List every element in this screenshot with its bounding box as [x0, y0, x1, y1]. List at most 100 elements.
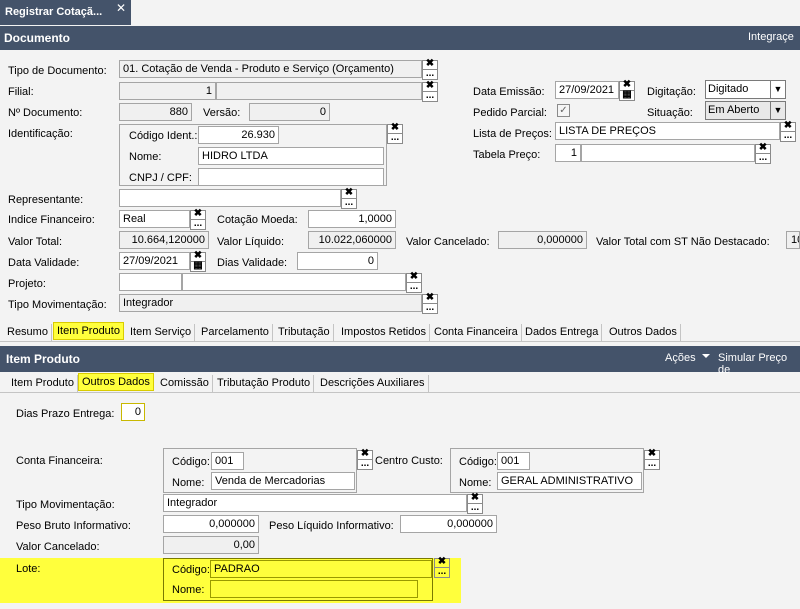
cotacao-moeda-field[interactable]: 1,0000 [308, 210, 396, 228]
pedido-parcial-checkbox[interactable]: ✓ [557, 104, 570, 117]
dots-icon[interactable]: ... [423, 303, 437, 313]
chevron-down-icon[interactable]: ▼ [770, 102, 785, 119]
calendar-icon[interactable]: ▦ [620, 90, 634, 100]
filial-lookup[interactable]: ✖... [422, 81, 438, 102]
indice-financeiro-lookup[interactable]: ✖... [190, 209, 206, 230]
versao-label: Versão: [203, 107, 241, 119]
valor-cancelado-item-field[interactable]: 0,00 [163, 536, 259, 554]
situacao-select[interactable]: Em Aberto ▼ [705, 101, 786, 120]
tabela-preco-code-field[interactable]: 1 [555, 144, 581, 162]
tipo-mov-item-lookup[interactable]: ✖... [467, 493, 483, 514]
tab-tributacao[interactable]: Tributação [275, 324, 334, 342]
data-validade-calendar[interactable]: ✖ ▦ [190, 251, 206, 272]
dots-icon[interactable]: ... [388, 133, 402, 143]
chevron-down-icon[interactable] [702, 354, 710, 358]
num-documento-field[interactable]: 880 [119, 103, 192, 121]
dots-icon[interactable]: ... [756, 153, 770, 163]
conta-financeira-lookup[interactable]: ✖... [357, 449, 373, 470]
data-emissao-field[interactable]: 27/09/2021 [555, 81, 619, 99]
centro-custo-lookup[interactable]: ✖... [644, 449, 660, 470]
lote-codigo-field[interactable]: PADRAO [210, 560, 432, 578]
dots-icon[interactable]: ... [423, 91, 437, 101]
subtab-descricoes-auxiliares[interactable]: Descrições Auxiliares [317, 375, 429, 393]
lote-nome-field[interactable] [210, 580, 418, 598]
lote-lookup[interactable]: ✖... [434, 557, 450, 578]
filial-code-field[interactable]: 1 [119, 82, 216, 100]
nome-field[interactable]: HIDRO LTDA [198, 147, 384, 165]
valor-st-label: Valor Total com ST Não Destacado: [596, 236, 770, 248]
codigo-ident-field[interactable]: 26.930 [198, 126, 279, 144]
tipo-movimentacao-field[interactable]: Integrador [119, 294, 422, 312]
identificacao-label: Identificação: [8, 128, 73, 140]
chevron-down-icon[interactable]: ▼ [770, 81, 785, 98]
cnpj-field[interactable] [198, 168, 384, 186]
centro-codigo-field[interactable]: 001 [497, 452, 530, 470]
valor-liquido-field[interactable]: 10.022,060000 [308, 231, 396, 249]
peso-liquido-field[interactable]: 0,000000 [400, 515, 497, 533]
projeto-code-field[interactable] [119, 273, 182, 291]
conta-nome-field[interactable]: Venda de Mercadorias [211, 472, 355, 490]
dias-prazo-field[interactable]: 0 [121, 403, 145, 421]
tab-dados-entrega[interactable]: Dados Entrega [522, 324, 603, 342]
projeto-name-field[interactable] [182, 273, 406, 291]
data-validade-field[interactable]: 27/09/2021 [119, 252, 190, 270]
peso-bruto-field[interactable]: 0,000000 [163, 515, 259, 533]
valor-total-field[interactable]: 10.664,120000 [119, 231, 209, 249]
subtab-item-produto[interactable]: Item Produto [8, 375, 78, 393]
lote-label: Lote: [16, 563, 41, 575]
dots-icon[interactable]: ... [645, 459, 659, 469]
conta-codigo-field[interactable]: 001 [211, 452, 244, 470]
dots-icon[interactable]: ... [407, 282, 421, 292]
dias-validade-label: Dias Validade: [217, 257, 288, 269]
dots-icon[interactable]: ... [342, 198, 356, 208]
close-icon[interactable]: ✕ [116, 1, 126, 15]
dots-icon[interactable]: ... [435, 567, 449, 577]
filial-name-field[interactable] [216, 82, 422, 100]
valor-st-field[interactable]: 10 [786, 231, 800, 249]
tab-impostos-retidos[interactable]: Impostos Retidos [338, 324, 430, 342]
projeto-lookup[interactable]: ✖... [406, 272, 422, 293]
tab-item-produto[interactable]: Item Produto [53, 322, 124, 340]
tipo-documento-lookup[interactable]: ✖... [422, 59, 438, 80]
conta-nome-label: Nome: [172, 477, 205, 489]
digitacao-select[interactable]: Digitado ▼ [705, 80, 786, 99]
tipo-documento-label: Tipo de Documento: [8, 65, 107, 77]
tab-conta-financeira[interactable]: Conta Financeira [431, 324, 522, 342]
dots-icon[interactable]: ... [191, 219, 205, 229]
lista-precos-field[interactable]: LISTA DE PREÇOS [555, 122, 780, 140]
tipo-documento-field[interactable]: 01. Cotação de Venda - Produto e Serviço… [119, 60, 422, 78]
lista-precos-lookup[interactable]: ✖... [780, 121, 796, 142]
dias-validade-field[interactable]: 0 [297, 252, 378, 270]
dots-icon[interactable]: ... [358, 459, 372, 469]
window-tab[interactable]: Registrar Cotaçã... ✕ [0, 0, 131, 25]
indice-financeiro-field[interactable]: Real [119, 210, 190, 228]
data-emissao-calendar[interactable]: ✖ ▦ [619, 80, 635, 101]
simular-preco-link[interactable]: Simular Preço de [718, 352, 800, 376]
tipo-mov-item-field[interactable]: Integrador [163, 494, 467, 512]
tabela-preco-name-field[interactable] [581, 144, 755, 162]
tab-parcelamento[interactable]: Parcelamento [198, 324, 273, 342]
centro-nome-field[interactable]: GERAL ADMINISTRATIVO [497, 472, 642, 490]
dots-icon[interactable]: ... [468, 503, 482, 513]
valor-cancelado-field[interactable]: 0,000000 [498, 231, 587, 249]
tab-item-servico[interactable]: Item Serviço [127, 324, 196, 342]
tipo-movimentacao-lookup[interactable]: ✖... [422, 293, 438, 314]
dots-icon[interactable]: ... [423, 69, 437, 79]
integracao-link[interactable]: Integraçe [748, 31, 794, 43]
dots-icon[interactable]: ... [781, 131, 795, 141]
subtab-comissao[interactable]: Comissão [157, 375, 213, 393]
acoes-menu[interactable]: Ações [665, 352, 696, 364]
valor-cancelado-item-label: Valor Cancelado: [16, 541, 100, 553]
calendar-icon[interactable]: ▦ [191, 261, 205, 271]
representante-field[interactable] [119, 189, 341, 207]
versao-field[interactable]: 0 [249, 103, 330, 121]
representante-lookup[interactable]: ✖... [341, 188, 357, 209]
tab-resumo[interactable]: Resumo [4, 324, 52, 342]
tabela-preco-lookup[interactable]: ✖... [755, 143, 771, 164]
valor-liquido-label: Valor Líquido: [217, 236, 285, 248]
dias-prazo-label: Dias Prazo Entrega: [16, 408, 115, 420]
subtab-tributacao-produto[interactable]: Tributação Produto [214, 375, 315, 393]
tab-outros-dados[interactable]: Outros Dados [606, 324, 681, 342]
subtab-outros-dados[interactable]: Outros Dados [78, 373, 154, 391]
identificacao-lookup[interactable]: ✖... [387, 123, 403, 144]
